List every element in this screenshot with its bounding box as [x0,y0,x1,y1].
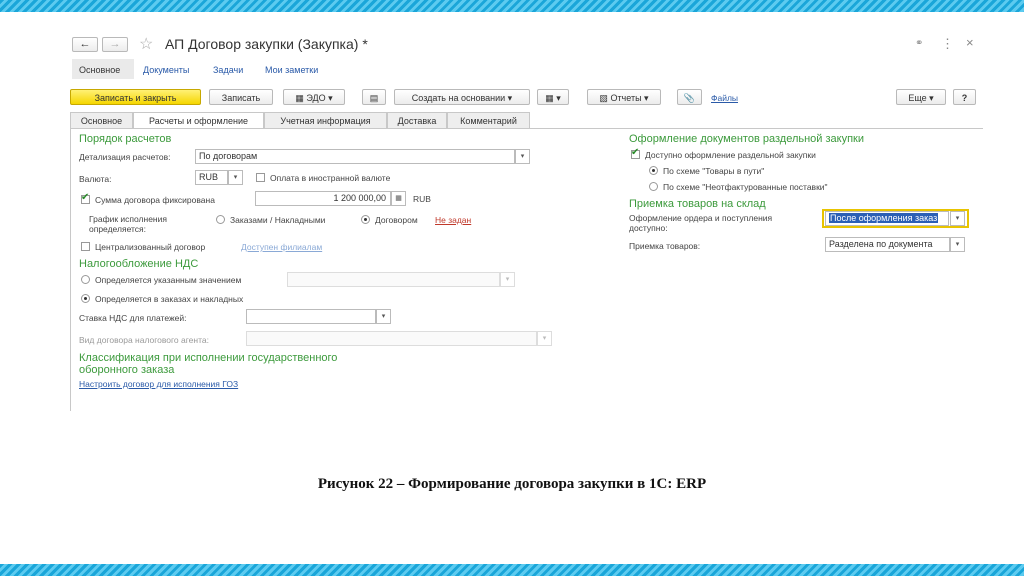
app-window: ← → ☆ АП Договор закупки (Закупка) * ⚭ ⋮… [55,30,985,411]
window-title: АП Договор закупки (Закупка) * [165,36,368,52]
save-and-close-button[interactable]: Записать и закрыть [70,89,201,105]
fixed-sum-label: Сумма договора фиксирована [95,195,215,205]
detail-field[interactable]: По договорам [195,149,515,164]
order-label-line1: Оформление ордера и поступления [629,213,773,223]
vat-rate-label: Ставка НДС для платежей: [79,313,187,323]
schedule-label-line1: График исполнения [89,214,167,224]
warehouse-section-title: Приемка товаров на склад [629,198,766,210]
scheme-unbilled-radio[interactable] [649,182,658,191]
close-icon[interactable]: × [966,35,974,50]
schedule-not-set-link[interactable]: Не задан [435,215,471,225]
tab-comment[interactable]: Комментарий [447,112,530,128]
reports-label: Отчеты [610,93,642,103]
schedule-orders-radio[interactable] [216,215,225,224]
print-button[interactable]: ▤ [362,89,386,105]
settlement-section-title: Порядок расчетов [79,133,172,145]
figure-caption: Рисунок 22 – Формирование договора закуп… [317,476,707,492]
vat-in-orders-radio[interactable] [81,294,90,303]
edo-icon: ▦ [295,93,307,103]
foreign-payment-label: Оплата в иностранной валюте [270,173,391,183]
detail-label: Детализация расчетов: [79,152,171,162]
vat-value-field[interactable] [287,272,500,287]
chevron-down-icon[interactable]: ▾ [515,149,530,164]
vat-by-value-label: Определяется указанным значением [95,275,242,285]
fixed-sum-field[interactable]: 1 200 000,00 [255,191,391,206]
more-menu-icon[interactable]: ⋮ [941,36,954,52]
scheme-transit-radio[interactable] [649,166,658,175]
chevron-down-icon[interactable]: ▾ [537,331,552,346]
acceptance-label: Приемка товаров: [629,241,701,251]
reports-button[interactable]: ▧ Отчеты ▾ [587,89,661,105]
centralized-checkbox[interactable] [81,242,90,251]
checkmark-icon: ✔ [81,192,90,203]
order-label-line2: доступно: [629,223,668,233]
more-button[interactable]: Еще ▾ [896,89,946,105]
currency-field[interactable]: RUB [195,170,228,185]
foreign-payment-checkbox[interactable] [256,173,265,182]
link-icon[interactable]: ⚭ [915,38,923,49]
report-icon: ▧ [599,93,611,103]
files-link[interactable]: Файлы [711,93,738,103]
gos-setup-link[interactable]: Настроить договор для исполнения ГОЗ [79,379,238,389]
agent-label: Вид договора налогового агента: [79,335,209,345]
vat-by-value-radio[interactable] [81,275,90,284]
arrow-left-icon: ← [79,38,91,50]
order-availability-field[interactable]: После оформления заказ [825,211,949,226]
paperclip-icon: 📎 [683,93,696,103]
vat-rate-field[interactable] [246,309,376,324]
attach-image-button[interactable]: ▦ ▾ [537,89,569,105]
tab-delivery[interactable]: Доставка [387,112,447,128]
currency-label: Валюта: [79,174,112,184]
schedule-contract-radio[interactable] [361,215,370,224]
create-based-on-button[interactable]: Создать на основании ▾ [394,89,530,105]
nav-documents[interactable]: Документы [143,65,189,75]
paperclip-button[interactable]: 📎 [677,89,702,105]
top-decorative-stripe [0,0,1024,12]
scheme-unbilled-label: По схеме "Неотфактурованные поставки" [663,182,828,192]
fixed-sum-currency: RUB [413,194,431,204]
chevron-down-icon[interactable]: ▾ [376,309,391,324]
forward-button[interactable]: → [102,37,128,52]
bottom-decorative-stripe [0,564,1024,576]
more-label: Еще [908,93,927,103]
schedule-orders-label: Заказами / Накладными [230,215,326,225]
separate-purchase-title: Оформление документов раздельной закупки [629,133,865,145]
arrow-right-icon: → [109,38,121,50]
create-based-on-label: Создать на основании [411,93,506,103]
schedule-contract-label: Договором [375,215,418,225]
back-button[interactable]: ← [72,37,98,52]
scheme-transit-label: По схеме "Товары в пути" [663,166,765,176]
gos-title-line1: Классификация при исполнении государстве… [79,352,338,364]
star-icon[interactable]: ☆ [139,34,153,54]
centralized-label: Централизованный договор [95,242,206,252]
edo-label: ЭДО [306,93,326,103]
nav-main[interactable]: Основное [79,65,120,75]
checkmark-icon: ✔ [631,147,640,158]
vat-in-orders-label: Определяется в заказах и накладных [95,294,244,304]
chevron-down-icon[interactable]: ▾ [950,211,965,226]
agent-field[interactable] [246,331,537,346]
separate-purchase-label: Доступно оформление раздельной закупки [645,150,816,160]
acceptance-field[interactable]: Разделена по документа [825,237,950,252]
vat-section-title: Налогообложение НДС [79,258,199,270]
document-icon: ▤ [369,93,379,103]
schedule-label-line2: определяется: [89,224,147,234]
tab-accounting-info[interactable]: Учетная информация [264,112,387,128]
branches-link[interactable]: Доступен филиалам [241,242,322,252]
image-icon: ▦ [545,93,554,103]
order-availability-value: После оформления заказ [829,213,939,223]
tab-settlements[interactable]: Расчеты и оформление [133,112,264,129]
chevron-down-icon[interactable]: ▾ [950,237,965,252]
help-button[interactable]: ? [953,89,976,105]
edo-button[interactable]: ▦ ЭДО ▾ [283,89,345,105]
nav-my-notes[interactable]: Мои заметки [265,65,318,75]
nav-tasks[interactable]: Задачи [213,65,243,75]
chevron-down-icon[interactable]: ▾ [500,272,515,287]
calculator-icon[interactable]: ▦ [391,191,406,206]
save-button[interactable]: Записать [209,89,273,105]
gos-title-line2: оборонного заказа [79,364,175,376]
chevron-down-icon[interactable]: ▾ [228,170,243,185]
tab-main[interactable]: Основное [70,112,133,128]
